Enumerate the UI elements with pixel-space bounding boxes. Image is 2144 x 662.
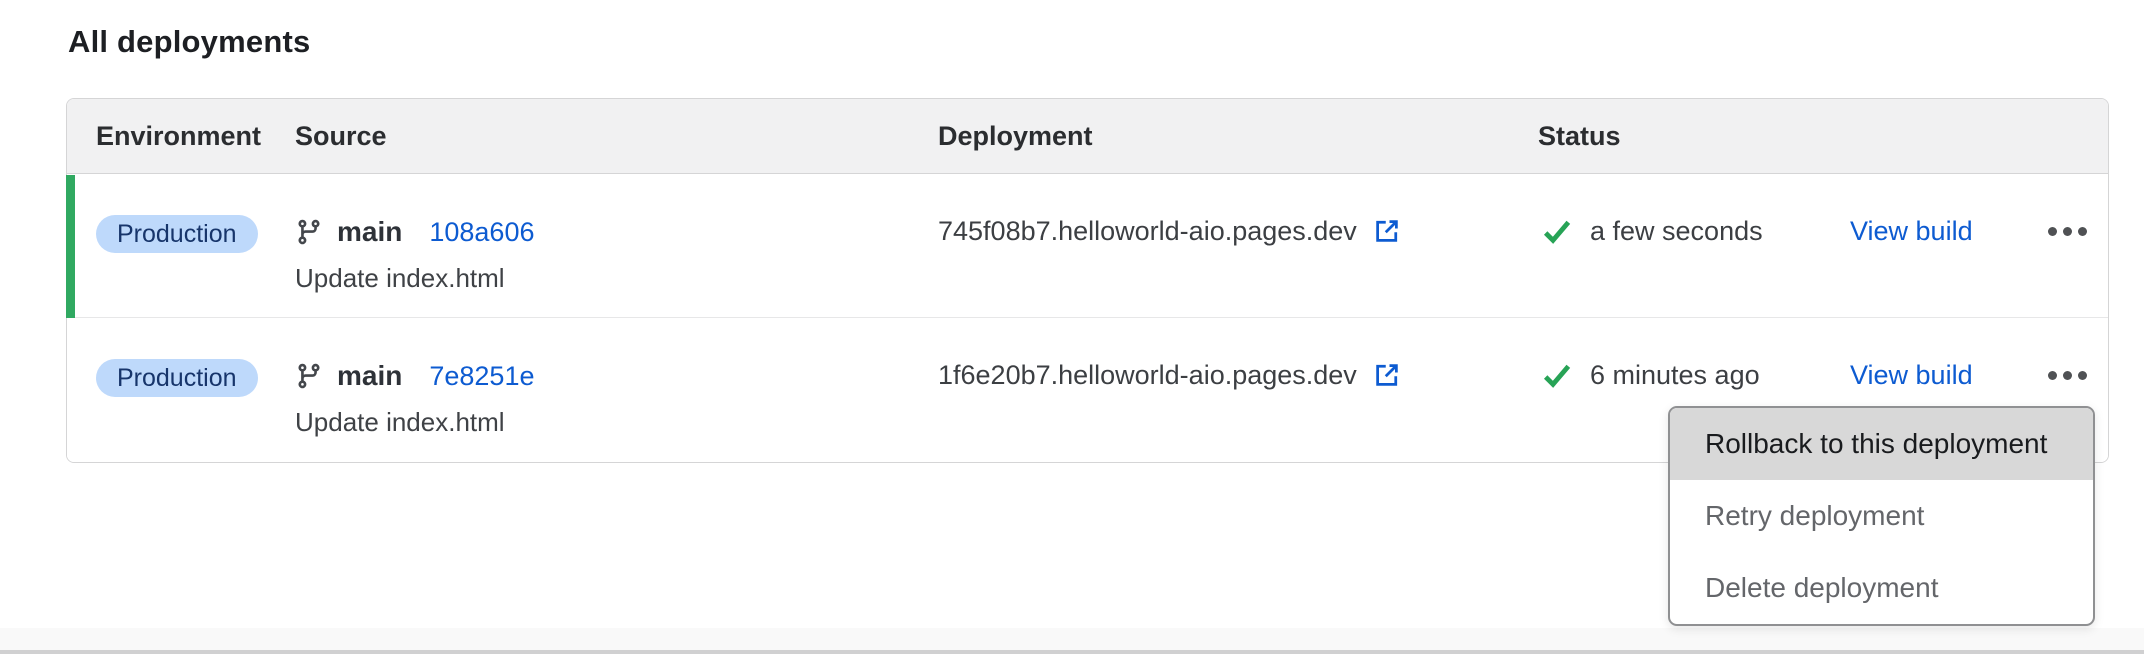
row-menu-button[interactable] [2044, 223, 2091, 240]
row-menu-button[interactable] [2044, 367, 2091, 384]
commit-link[interactable]: 108a606 [429, 214, 534, 250]
status-text: a few seconds [1590, 214, 1763, 248]
environment-cell: Production [67, 318, 295, 462]
source-cell: main 108a606 Update index.html [295, 174, 938, 317]
git-branch-icon [295, 218, 323, 246]
current-deployment-indicator [66, 175, 75, 318]
commit-message: Update index.html [295, 407, 938, 437]
actions-cell: View build [1850, 174, 2030, 317]
table-row: Production main 108a606 Update index.htm… [67, 174, 2108, 317]
view-build-link[interactable]: View build [1850, 360, 1973, 390]
column-header-source: Source [295, 121, 938, 152]
menu-item-rollback[interactable]: Rollback to this deployment [1670, 408, 2093, 480]
environment-cell: Production [67, 174, 295, 317]
menu-item-delete[interactable]: Delete deployment [1670, 552, 2093, 624]
external-link-icon[interactable] [1372, 360, 1402, 390]
deployment-cell: 745f08b7.helloworld-aio.pages.dev [938, 174, 1538, 317]
row-menu-cell [2030, 174, 2108, 317]
branch-name: main [337, 214, 402, 250]
deployment-url: 745f08b7.helloworld-aio.pages.dev [938, 214, 1357, 248]
status-text: 6 minutes ago [1590, 358, 1760, 392]
deployment-cell: 1f6e20b7.helloworld-aio.pages.dev [938, 318, 1538, 462]
status-cell: a few seconds [1538, 174, 1850, 317]
git-branch-icon [295, 362, 323, 390]
commit-message: Update index.html [295, 263, 938, 293]
view-build-link[interactable]: View build [1850, 216, 1973, 246]
table-header: Environment Source Deployment Status [67, 99, 2108, 174]
external-link-icon[interactable] [1372, 216, 1402, 246]
section-divider [0, 650, 2144, 654]
check-icon [1541, 359, 1573, 391]
check-icon [1541, 215, 1573, 247]
column-header-environment: Environment [67, 121, 295, 152]
column-header-status: Status [1538, 121, 1850, 152]
branch-name: main [337, 358, 402, 394]
deployment-context-menu: Rollback to this deployment Retry deploy… [1668, 406, 2095, 626]
deployment-url: 1f6e20b7.helloworld-aio.pages.dev [938, 358, 1357, 392]
page-title: All deployments [68, 24, 310, 60]
environment-badge: Production [96, 215, 258, 253]
column-header-deployment: Deployment [938, 121, 1538, 152]
section-divider-band [0, 628, 2144, 650]
environment-badge: Production [96, 359, 258, 397]
source-cell: main 7e8251e Update index.html [295, 318, 938, 462]
commit-link[interactable]: 7e8251e [429, 358, 534, 394]
menu-item-retry[interactable]: Retry deployment [1670, 480, 2093, 552]
